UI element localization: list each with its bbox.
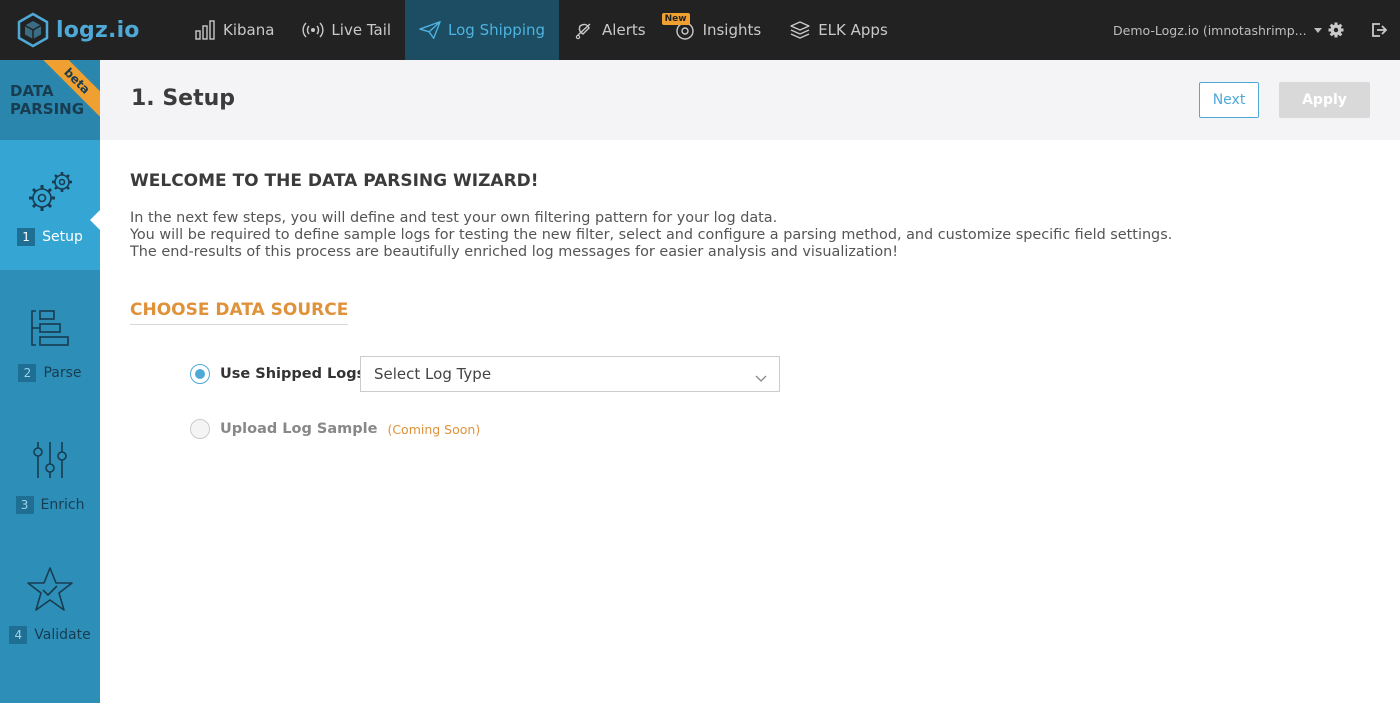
welcome-heading: WELCOME TO THE DATA PARSING WIZARD! — [130, 171, 539, 191]
nav-label: Log Shipping — [448, 21, 546, 39]
logo[interactable]: logz.io — [16, 12, 140, 48]
step-label: Enrich — [40, 497, 85, 513]
new-badge: New — [661, 13, 690, 25]
logo-text: logz.io — [56, 17, 140, 43]
choose-data-source-heading: CHOOSE DATA SOURCE — [130, 300, 349, 325]
page-title: 1. Setup — [131, 86, 236, 111]
account-label: Demo-Logz.io (imnotashrimp... — [1113, 22, 1307, 38]
caret-down-icon — [1313, 27, 1322, 33]
wizard-sidebar: DATA PARSING beta 1 Setup 2 Parse 3 Enri… — [0, 60, 100, 703]
option-upload-log-sample[interactable]: Upload Log Sample (Coming Soon) — [190, 419, 480, 439]
logo-cube-icon — [17, 12, 49, 48]
logout-icon[interactable] — [1369, 20, 1389, 40]
step-label: Validate — [34, 627, 91, 643]
step-parse[interactable]: 2 Parse — [0, 298, 100, 408]
step-label: Setup — [42, 229, 83, 245]
active-step-pointer — [90, 210, 100, 230]
nav-label: Alerts — [602, 21, 646, 39]
upload-log-sample-radio[interactable] — [190, 419, 210, 439]
intro-line: The end-results of this process are beau… — [130, 244, 899, 260]
apply-button[interactable]: Apply — [1279, 82, 1370, 118]
settings-gear-icon[interactable] — [1326, 20, 1346, 40]
gears-icon — [20, 162, 80, 222]
sliders-icon — [20, 430, 80, 490]
sidebar-header: DATA PARSING beta — [0, 60, 100, 140]
nav-label: Insights — [702, 21, 762, 39]
step-number: 1 — [17, 228, 36, 246]
nav-label: Live Tail — [331, 21, 392, 39]
log-type-select[interactable]: Select Log Type — [360, 356, 780, 392]
bell-icon — [573, 19, 595, 41]
option-shipped-logs[interactable]: Use Shipped Logs — [190, 364, 365, 384]
top-navigation-bar: logz.io Kibana Live Tail Log Shipping Al… — [0, 0, 1400, 60]
shipped-logs-radio[interactable] — [190, 364, 210, 384]
paper-plane-icon — [419, 19, 441, 41]
next-button[interactable]: Next — [1199, 82, 1259, 118]
nav-live-tail[interactable]: Live Tail — [288, 0, 405, 60]
chevron-down-icon — [755, 369, 767, 387]
step-number: 4 — [9, 626, 28, 644]
step-enrich[interactable]: 3 Enrich — [0, 430, 100, 540]
step-label: Parse — [43, 365, 82, 381]
step-number: 2 — [18, 364, 37, 382]
log-type-select-value: Select Log Type — [374, 365, 492, 383]
shipped-logs-label[interactable]: Use Shipped Logs — [220, 366, 365, 382]
star-check-icon — [20, 560, 80, 620]
step-number: 3 — [15, 496, 34, 514]
nav-insights[interactable]: New Insights — [660, 0, 776, 60]
upload-log-sample-label: Upload Log Sample — [220, 421, 378, 437]
intro-text: In the next few steps, you will define a… — [130, 210, 1330, 261]
step-validate[interactable]: 4 Validate — [0, 560, 100, 680]
main-nav: Kibana Live Tail Log Shipping Alerts New — [180, 0, 902, 60]
coming-soon-label: (Coming Soon) — [387, 421, 481, 437]
intro-line: You will be required to define sample lo… — [130, 227, 1173, 243]
nav-label: ELK Apps — [818, 21, 888, 39]
intro-line: In the next few steps, you will define a… — [130, 210, 778, 226]
layers-icon — [789, 19, 811, 41]
account-dropdown[interactable]: Demo-Logz.io (imnotashrimp... — [1113, 0, 1322, 60]
broadcast-icon — [302, 19, 324, 41]
nav-log-shipping[interactable]: Log Shipping — [405, 0, 560, 60]
nav-kibana[interactable]: Kibana — [180, 0, 288, 60]
bar-chart-icon — [194, 19, 216, 41]
step-setup[interactable]: 1 Setup — [0, 140, 100, 270]
nav-elk-apps[interactable]: ELK Apps — [775, 0, 902, 60]
nav-label: Kibana — [223, 21, 275, 39]
wizard-header: 1. Setup Next Apply — [100, 60, 1400, 140]
hierarchy-icon — [20, 298, 80, 358]
nav-alerts[interactable]: Alerts — [559, 0, 660, 60]
